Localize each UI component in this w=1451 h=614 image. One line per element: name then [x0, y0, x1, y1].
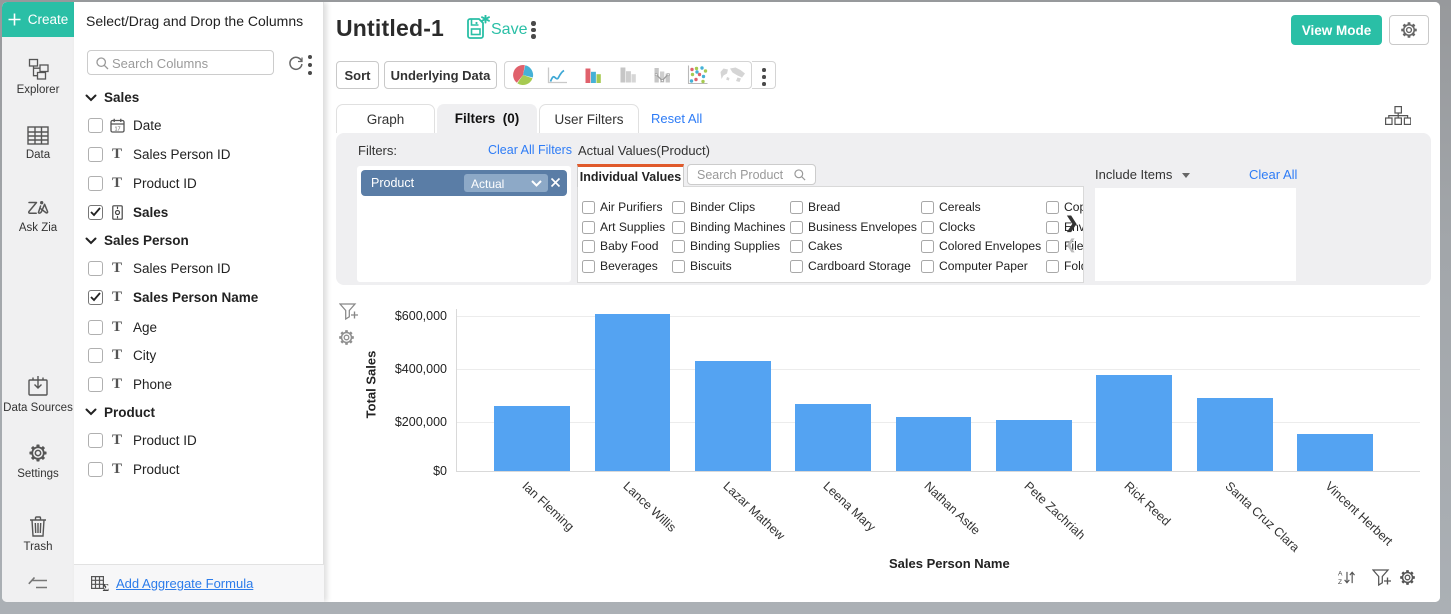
svg-text:A: A [1338, 571, 1343, 578]
svg-text:17: 17 [114, 126, 120, 132]
svg-text:Z: Z [1338, 579, 1342, 586]
svg-text:Σ: Σ [103, 583, 110, 592]
